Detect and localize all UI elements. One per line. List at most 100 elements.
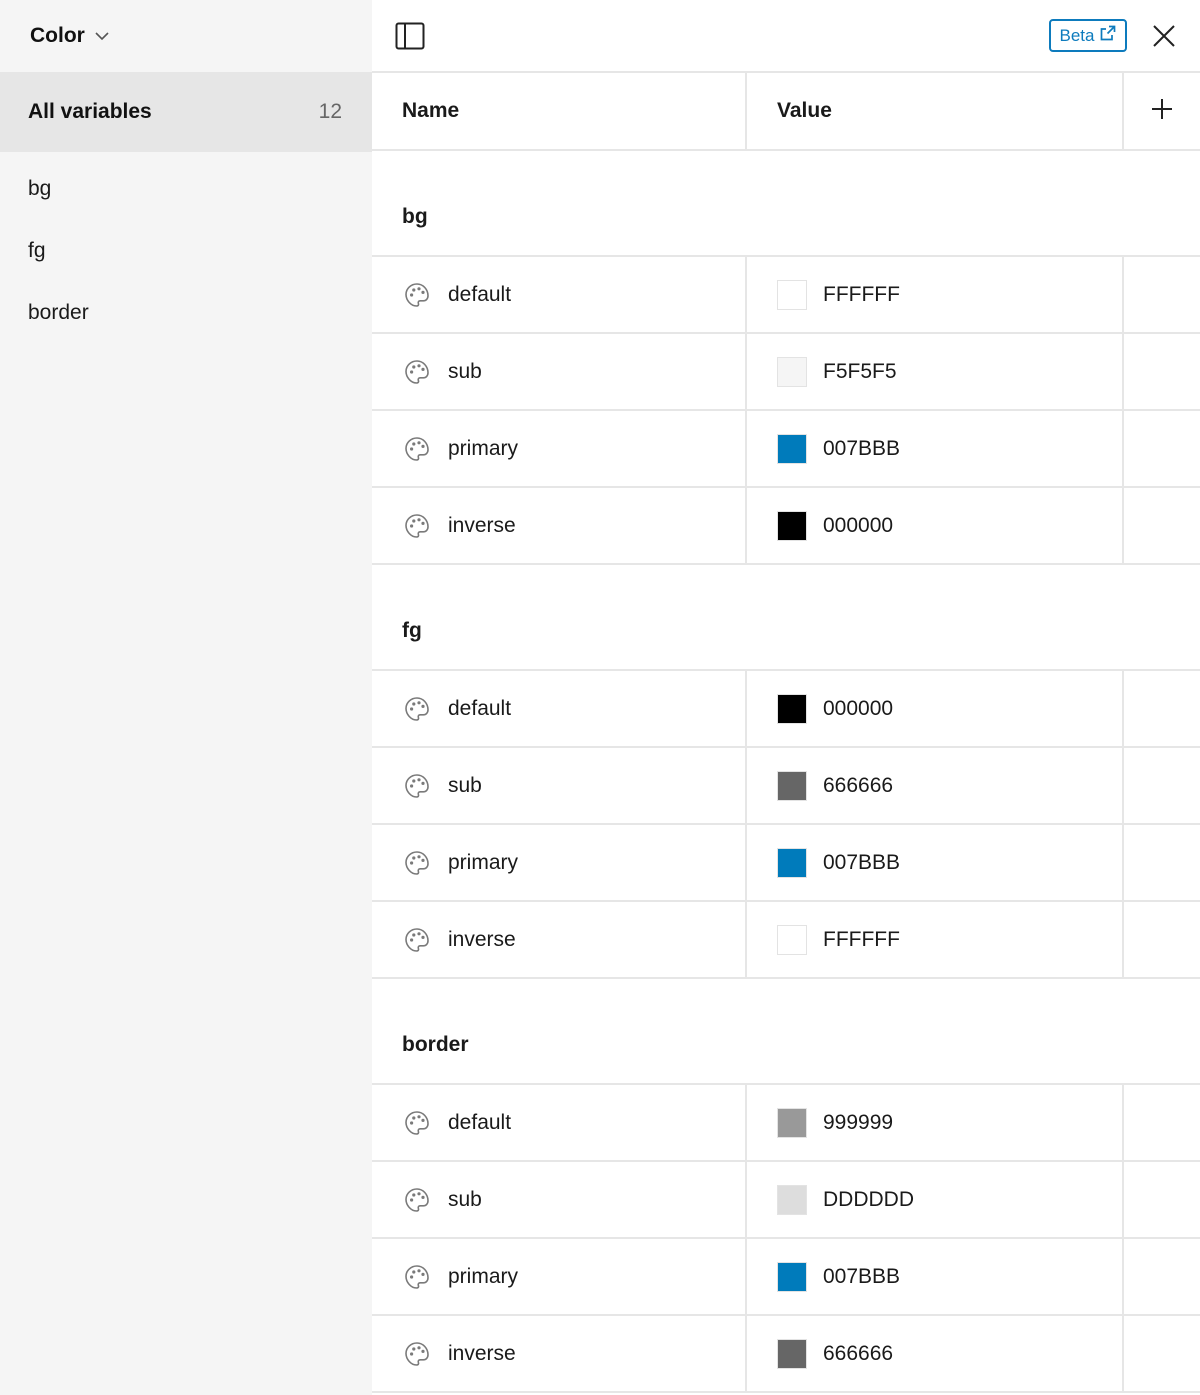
variable-value: 007BBB (823, 850, 901, 874)
variable-value: F5F5F5 (823, 359, 897, 383)
variable-name: sub (448, 773, 482, 797)
sidebar-item-border[interactable]: border (0, 282, 372, 344)
plus-icon (1151, 98, 1173, 125)
add-variable-button[interactable] (1124, 73, 1200, 149)
sidebar-toggle-icon[interactable] (395, 22, 425, 50)
variable-value-cell[interactable]: FFFFFF (747, 257, 1124, 332)
sidebar-item-all-variables[interactable]: All variables 12 (0, 72, 372, 152)
variable-value: 000000 (823, 513, 894, 537)
color-swatch[interactable] (777, 279, 807, 310)
color-swatch[interactable] (777, 1107, 807, 1138)
variable-value-cell[interactable]: 666666 (747, 748, 1124, 823)
palette-icon (404, 927, 430, 953)
sidebar-item-bg[interactable]: bg (0, 158, 372, 220)
variable-value: 666666 (823, 1341, 894, 1365)
variable-row[interactable]: primary 007BBB (372, 411, 1200, 488)
variable-row[interactable]: default 000000 (372, 671, 1200, 748)
color-swatch[interactable] (777, 433, 807, 464)
table-header: Name Value (372, 73, 1200, 151)
variable-row[interactable]: sub DDDDDD (372, 1162, 1200, 1239)
collection-dropdown[interactable]: Color (0, 0, 372, 72)
row-actions-cell (1124, 902, 1200, 977)
variable-value: 007BBB (823, 1264, 901, 1288)
variable-row[interactable]: primary 007BBB (372, 825, 1200, 902)
variable-value-cell[interactable]: F5F5F5 (747, 334, 1124, 409)
value-column-header: Value (747, 73, 1124, 149)
all-variables-label: All variables (28, 100, 152, 123)
color-swatch[interactable] (777, 1338, 807, 1369)
palette-icon (404, 513, 430, 539)
variable-value-cell[interactable]: 666666 (747, 1316, 1124, 1391)
variable-value: 007BBB (823, 436, 901, 460)
top-bar: Beta (372, 0, 1200, 73)
all-variables-count: 12 (318, 100, 342, 123)
variable-row[interactable]: sub F5F5F5 (372, 334, 1200, 411)
variable-value: DDDDDD (823, 1187, 914, 1211)
variable-name-cell[interactable]: default (372, 257, 747, 332)
variable-value-cell[interactable]: 000000 (747, 488, 1124, 563)
variable-name: default (448, 696, 512, 720)
variable-value-cell[interactable]: FFFFFF (747, 902, 1124, 977)
variable-row[interactable]: sub 666666 (372, 748, 1200, 825)
variable-name-cell[interactable]: sub (372, 334, 747, 409)
section-title-border: border (372, 979, 1200, 1085)
variable-value-cell[interactable]: 007BBB (747, 411, 1124, 486)
row-actions-cell (1124, 825, 1200, 900)
row-actions-cell (1124, 411, 1200, 486)
variable-name-cell[interactable]: default (372, 1085, 747, 1160)
beta-badge[interactable]: Beta (1049, 19, 1127, 52)
variable-row[interactable]: inverse FFFFFF (372, 902, 1200, 979)
variable-value-cell[interactable]: 007BBB (747, 825, 1124, 900)
variable-name: inverse (448, 1341, 516, 1365)
color-swatch[interactable] (777, 1184, 807, 1215)
palette-icon (404, 1264, 430, 1290)
variable-row[interactable]: default 999999 (372, 1085, 1200, 1162)
variable-value-cell[interactable]: 007BBB (747, 1239, 1124, 1314)
close-icon[interactable] (1152, 24, 1176, 48)
palette-icon (404, 696, 430, 722)
variable-name-cell[interactable]: sub (372, 1162, 747, 1237)
variable-name-cell[interactable]: default (372, 671, 747, 746)
variable-name-cell[interactable]: sub (372, 748, 747, 823)
variable-name: default (448, 1110, 512, 1134)
variable-row[interactable]: primary 007BBB (372, 1239, 1200, 1316)
variable-row[interactable]: inverse 666666 (372, 1316, 1200, 1393)
color-swatch[interactable] (777, 770, 807, 801)
sidebar-item-fg[interactable]: fg (0, 220, 372, 282)
variable-row[interactable]: inverse 000000 (372, 488, 1200, 565)
palette-icon (404, 1110, 430, 1136)
variable-value-cell[interactable]: 000000 (747, 671, 1124, 746)
color-swatch[interactable] (777, 847, 807, 878)
variable-name-cell[interactable]: inverse (372, 488, 747, 563)
beta-label: Beta (1059, 25, 1095, 45)
row-actions-cell (1124, 334, 1200, 409)
color-swatch[interactable] (777, 693, 807, 724)
variable-name-cell[interactable]: inverse (372, 1316, 747, 1391)
sidebar-groups: bg fg border (0, 152, 372, 344)
variable-value-cell[interactable]: DDDDDD (747, 1162, 1124, 1237)
variable-name-cell[interactable]: inverse (372, 902, 747, 977)
variable-name-cell[interactable]: primary (372, 1239, 747, 1314)
color-swatch[interactable] (777, 924, 807, 955)
color-swatch[interactable] (777, 510, 807, 541)
variable-name-cell[interactable]: primary (372, 825, 747, 900)
palette-icon (404, 1187, 430, 1213)
section-title-bg: bg (372, 151, 1200, 257)
external-link-icon (1100, 25, 1116, 46)
row-actions-cell (1124, 671, 1200, 746)
palette-icon (404, 282, 430, 308)
variable-name: inverse (448, 513, 516, 537)
palette-icon (404, 773, 430, 799)
variable-row[interactable]: default FFFFFF (372, 257, 1200, 334)
variable-name: sub (448, 359, 482, 383)
palette-icon (404, 359, 430, 385)
variable-sections: bg default FFFFFF sub F5F5F5 primary 007BBB inv… (372, 151, 1200, 1393)
variable-name: default (448, 282, 512, 306)
variable-name: primary (448, 436, 519, 460)
palette-icon (404, 436, 430, 462)
collection-label: Color (30, 24, 85, 47)
color-swatch[interactable] (777, 1261, 807, 1292)
variable-name-cell[interactable]: primary (372, 411, 747, 486)
color-swatch[interactable] (777, 356, 807, 387)
variable-value-cell[interactable]: 999999 (747, 1085, 1124, 1160)
